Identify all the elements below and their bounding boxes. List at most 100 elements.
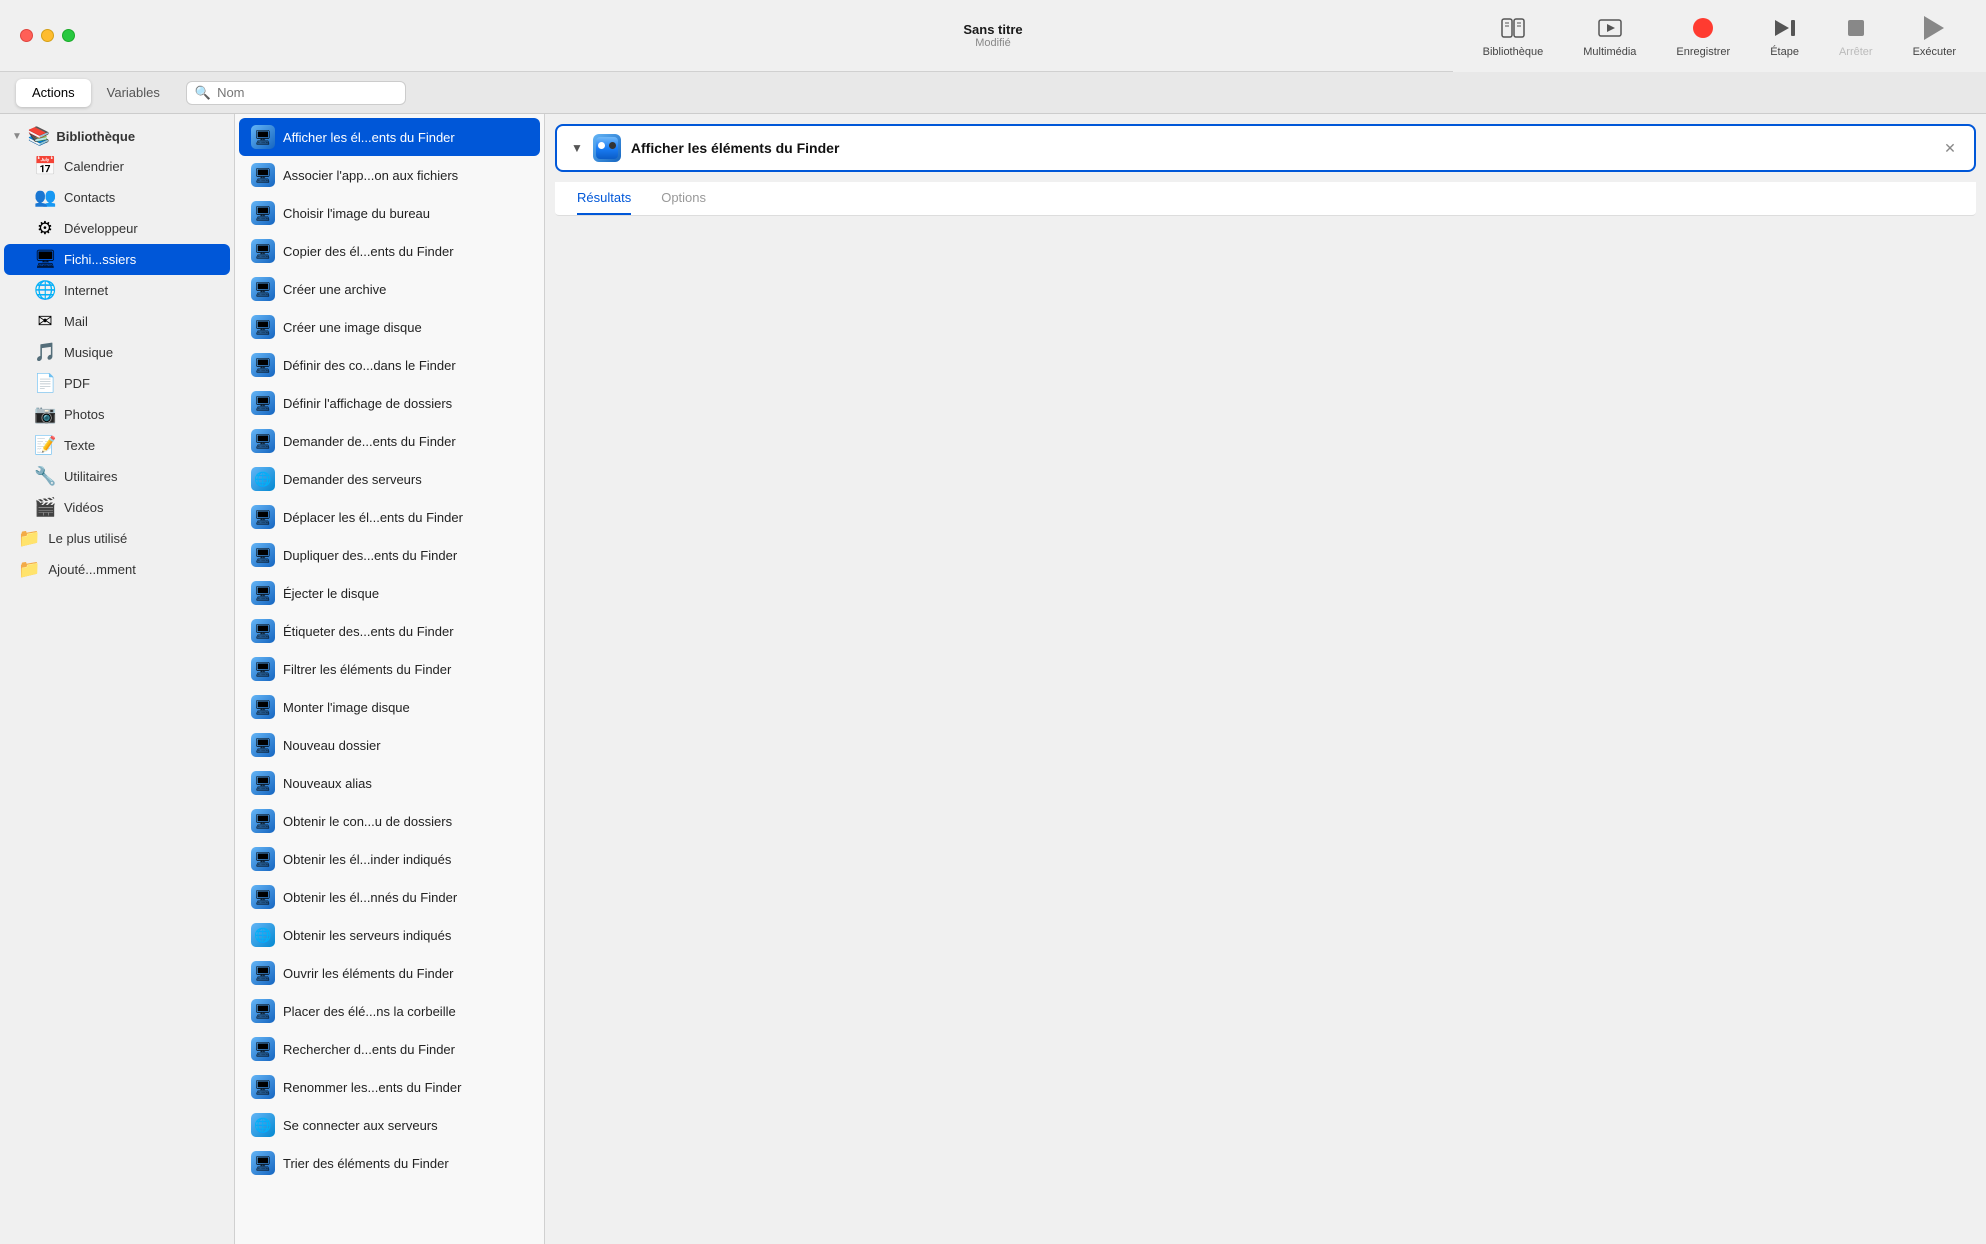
finder-icon: 🖥 — [251, 163, 275, 187]
sidebar-item-videos[interactable]: 🎬 Vidéos — [4, 492, 230, 523]
toolbar-step[interactable]: Étape — [1770, 14, 1799, 58]
toolbar-library[interactable]: Bibliothèque — [1483, 14, 1544, 58]
multimedia-label: Multimédia — [1583, 46, 1636, 58]
action-item-demander-elements[interactable]: 🖥 Demander de...ents du Finder — [239, 422, 540, 460]
tabbar: Actions Variables 🔍 — [0, 72, 1986, 114]
sidebar-icon-photos: 📷 — [34, 404, 56, 425]
action-item-afficher-elements[interactable]: 🖥 Afficher les él...ents du Finder — [239, 118, 540, 156]
detail-header-title: Afficher les éléments du Finder — [631, 140, 1930, 156]
tab-variables[interactable]: Variables — [91, 79, 176, 107]
toolbar-stop[interactable]: Arrêter — [1839, 14, 1873, 58]
detail-header: ▼ Afficher les éléments du Finder ✕ — [555, 124, 1976, 172]
sidebar-library-header[interactable]: ▼ 📚 Bibliothèque — [0, 122, 234, 151]
finder-icon: 🖥 — [251, 847, 275, 871]
action-item-label-filtrer-elements: Filtrer les éléments du Finder — [283, 662, 528, 677]
sidebar-item-pdf[interactable]: 📄 PDF — [4, 368, 230, 399]
sidebar-item-internet[interactable]: 🌐 Internet — [4, 275, 230, 306]
toolbar-multimedia[interactable]: Multimédia — [1583, 14, 1636, 58]
sidebar-item-texte[interactable]: 📝 Texte — [4, 430, 230, 461]
sidebar-item-label-fichiers: Fichi...ssiers — [64, 252, 136, 267]
action-item-filtrer-elements[interactable]: 🖥 Filtrer les éléments du Finder — [239, 650, 540, 688]
record-label: Enregistrer — [1676, 46, 1730, 58]
sidebar-item-calendrier[interactable]: 📅 Calendrier — [4, 151, 230, 182]
detail-content — [545, 216, 1986, 1244]
action-item-ejecter-disque[interactable]: 🖥 Éjecter le disque — [239, 574, 540, 612]
action-item-placer-corbeille[interactable]: 🖥 Placer des élé...ns la corbeille — [239, 992, 540, 1030]
sidebar-item-label-texte: Texte — [64, 438, 95, 453]
action-item-renommer-elements[interactable]: 🖥 Renommer les...ents du Finder — [239, 1068, 540, 1106]
finder-icon: 🖥 — [251, 657, 275, 681]
search-box[interactable]: 🔍 — [186, 81, 406, 105]
app-title: Sans titre Modifié — [963, 22, 1022, 49]
action-item-connecter-serveurs[interactable]: 🌐 Se connecter aux serveurs — [239, 1106, 540, 1144]
action-item-creer-archive[interactable]: 🖥 Créer une archive — [239, 270, 540, 308]
toolbar: Bibliothèque Multimédia Enregistrer — [1453, 0, 1986, 72]
finder-icon: 🖥 — [251, 1075, 275, 1099]
collapse-icon[interactable]: ▼ — [571, 141, 583, 155]
action-item-choisir-image[interactable]: 🖥 Choisir l'image du bureau — [239, 194, 540, 232]
finder-icon: 🖥 — [251, 505, 275, 529]
action-item-demander-serveurs[interactable]: 🌐 Demander des serveurs — [239, 460, 540, 498]
action-item-creer-image-disque[interactable]: 🖥 Créer une image disque — [239, 308, 540, 346]
action-item-obtenir-elements-donnees[interactable]: 🖥 Obtenir les él...nnés du Finder — [239, 878, 540, 916]
close-button[interactable] — [20, 29, 33, 42]
chevron-down-icon: ▼ — [12, 131, 22, 142]
action-item-label-monter-image: Monter l'image disque — [283, 700, 528, 715]
action-item-label-obtenir-elements-donnees: Obtenir les él...nnés du Finder — [283, 890, 528, 905]
action-item-definir-affichage[interactable]: 🖥 Définir l'affichage de dossiers — [239, 384, 540, 422]
sidebar-item-fichiers[interactable]: 🖥 Fichi...ssiers — [4, 244, 230, 275]
action-item-rechercher-elements[interactable]: 🖥 Rechercher d...ents du Finder — [239, 1030, 540, 1068]
tab-options[interactable]: Options — [661, 182, 706, 215]
tab-actions[interactable]: Actions — [16, 79, 91, 107]
action-item-nouveaux-alias[interactable]: 🖥 Nouveaux alias — [239, 764, 540, 802]
action-item-label-afficher-elements: Afficher les él...ents du Finder — [283, 130, 528, 145]
toolbar-run[interactable]: Exécuter — [1913, 14, 1956, 58]
sidebar-item-utilitaires[interactable]: 🔧 Utilitaires — [4, 461, 230, 492]
toolbar-record[interactable]: Enregistrer — [1676, 14, 1730, 58]
action-item-copier-elements[interactable]: 🖥 Copier des él...ents du Finder — [239, 232, 540, 270]
finder-icon: 🖥 — [251, 771, 275, 795]
sidebar-icon-internet: 🌐 — [34, 280, 56, 301]
action-item-etiqueter-elements[interactable]: 🖥 Étiqueter des...ents du Finder — [239, 612, 540, 650]
action-item-label-ejecter-disque: Éjecter le disque — [283, 586, 528, 601]
minimize-button[interactable] — [41, 29, 54, 42]
maximize-button[interactable] — [62, 29, 75, 42]
action-item-label-etiqueter-elements: Étiqueter des...ents du Finder — [283, 624, 528, 639]
sidebar-item-plus-utilise[interactable]: 📁 Le plus utilisé — [4, 523, 230, 554]
sidebar-item-musique[interactable]: 🎵 Musique — [4, 337, 230, 368]
action-item-associer-app[interactable]: 🖥 Associer l'app...on aux fichiers — [239, 156, 540, 194]
close-detail-button[interactable]: ✕ — [1940, 138, 1960, 158]
action-item-dupliquer-elements[interactable]: 🖥 Dupliquer des...ents du Finder — [239, 536, 540, 574]
action-item-label-definir-affichage: Définir l'affichage de dossiers — [283, 396, 528, 411]
action-item-nouveau-dossier[interactable]: 🖥 Nouveau dossier — [239, 726, 540, 764]
tab-resultats[interactable]: Résultats — [577, 182, 631, 215]
action-item-obtenir-serveurs[interactable]: 🌐 Obtenir les serveurs indiqués — [239, 916, 540, 954]
sidebar-icon-mail: ✉ — [34, 311, 56, 332]
action-item-definir-commentaires[interactable]: 🖥 Définir des co...dans le Finder — [239, 346, 540, 384]
sidebar-icon-developpeur: ⚙ — [34, 218, 56, 239]
sidebar-item-mail[interactable]: ✉ Mail — [4, 306, 230, 337]
search-input[interactable] — [217, 85, 397, 100]
sidebar-item-label-videos: Vidéos — [64, 500, 104, 515]
action-item-label-obtenir-elements-finder: Obtenir les él...inder indiqués — [283, 852, 528, 867]
action-item-trier-elements[interactable]: 🖥 Trier des éléments du Finder — [239, 1144, 540, 1182]
sidebar-items-container: 📅 Calendrier 👥 Contacts ⚙ Développeur 🖥 … — [0, 151, 234, 523]
finder-icon: 🖥 — [251, 885, 275, 909]
sidebar-item-photos[interactable]: 📷 Photos — [4, 399, 230, 430]
finder-icon: 🖥 — [251, 353, 275, 377]
action-item-obtenir-elements-finder[interactable]: 🖥 Obtenir les él...inder indiqués — [239, 840, 540, 878]
action-item-obtenir-contenu[interactable]: 🖥 Obtenir le con...u de dossiers — [239, 802, 540, 840]
multimedia-icon — [1596, 14, 1624, 42]
run-icon — [1920, 14, 1948, 42]
sidebar-item-ajoute[interactable]: 📁 Ajouté...mment — [4, 554, 230, 585]
action-item-label-creer-image-disque: Créer une image disque — [283, 320, 528, 335]
sidebar-item-developpeur[interactable]: ⚙ Développeur — [4, 213, 230, 244]
sidebar-item-label-musique: Musique — [64, 345, 113, 360]
globe-icon: 🌐 — [251, 1113, 275, 1137]
detail-tabs: Résultats Options — [555, 182, 1976, 216]
action-item-deplacer-elements[interactable]: 🖥 Déplacer les él...ents du Finder — [239, 498, 540, 536]
titlebar: Sans titre Modifié Bibliothèque — [0, 0, 1986, 72]
action-item-monter-image[interactable]: 🖥 Monter l'image disque — [239, 688, 540, 726]
action-item-ouvrir-elements[interactable]: 🖥 Ouvrir les éléments du Finder — [239, 954, 540, 992]
sidebar-item-contacts[interactable]: 👥 Contacts — [4, 182, 230, 213]
